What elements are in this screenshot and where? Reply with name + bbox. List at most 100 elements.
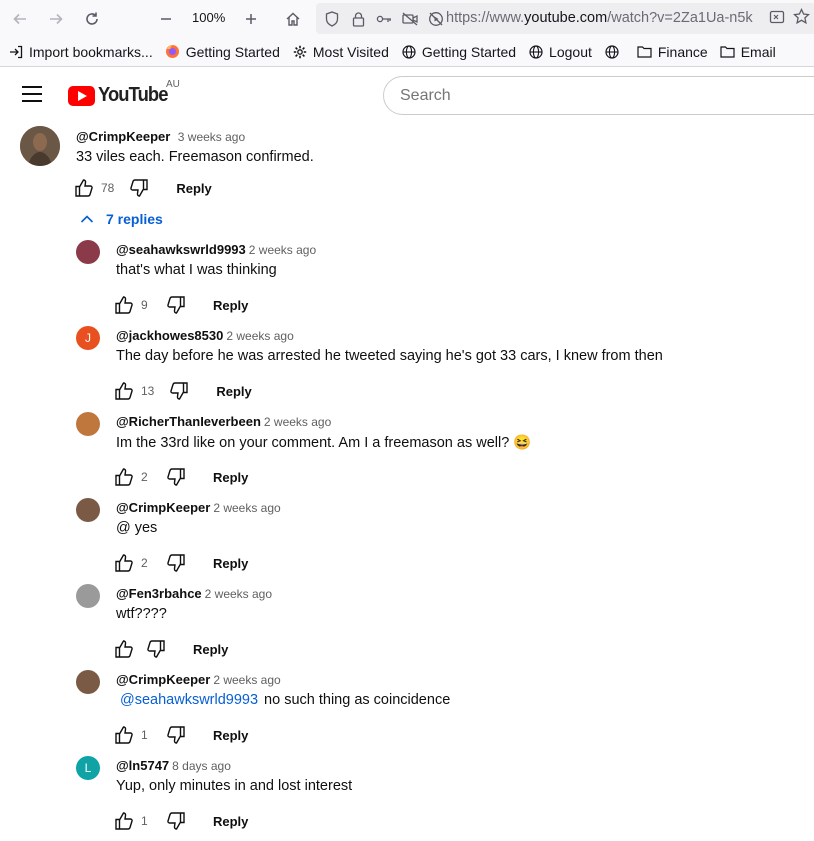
avatar[interactable]: [20, 126, 60, 166]
thumbs-down-icon[interactable]: [165, 724, 187, 746]
reply-text: wtf????: [116, 606, 167, 622]
thumbs-up-icon[interactable]: [113, 552, 135, 574]
chevron-up-icon: [80, 215, 94, 223]
reply-author[interactable]: @CrimpKeeper: [116, 672, 210, 687]
reply-button[interactable]: Reply: [213, 470, 248, 485]
reply-text: @ yes: [116, 520, 158, 536]
back-arrow-icon: [13, 13, 26, 25]
avatar[interactable]: L: [76, 756, 100, 780]
avatar[interactable]: [76, 412, 100, 436]
reply-button[interactable]: Reply: [213, 814, 248, 829]
reply-header: @Fen3rbahce 2 weeks ago: [116, 585, 272, 603]
reload-icon: [86, 12, 98, 25]
reload-button[interactable]: [78, 5, 106, 33]
reply-timestamp[interactable]: 2 weeks ago: [264, 415, 331, 429]
thumbs-down-icon[interactable]: [165, 466, 187, 488]
url-text[interactable]: https://www.youtube.com/watch?v=2Za1Ua-n…: [446, 3, 754, 34]
bookmark-star-icon[interactable]: [793, 7, 810, 29]
forward-button[interactable]: [42, 5, 70, 33]
thumbs-down-icon[interactable]: [165, 552, 187, 574]
avatar[interactable]: J: [76, 326, 100, 350]
comment-author[interactable]: @CrimpKeeper: [76, 129, 170, 144]
youtube-logo[interactable]: YouTube: [68, 84, 174, 107]
shield-icon[interactable]: [324, 10, 340, 27]
reply-timestamp[interactable]: 2 weeks ago: [249, 243, 316, 257]
reply-actions: 2 Reply: [113, 551, 248, 575]
reply-button[interactable]: Reply: [213, 298, 248, 313]
back-button[interactable]: [6, 5, 34, 33]
bookmark-getting-started-firefox[interactable]: Getting Started: [165, 44, 280, 60]
reply-author[interactable]: @RicherThanIeverbeen: [116, 414, 261, 429]
bookmark-untitled[interactable]: [604, 44, 625, 60]
reply-header: @RicherThanIeverbeen 2 weeks ago: [116, 413, 331, 431]
avatar[interactable]: [76, 240, 100, 264]
reply-button[interactable]: Reply: [216, 384, 251, 399]
thumbs-up-icon[interactable]: [113, 810, 135, 832]
thumbs-up-icon[interactable]: [113, 466, 135, 488]
bookmark-getting-started[interactable]: Getting Started: [401, 44, 516, 60]
reply-timestamp[interactable]: 2 weeks ago: [205, 587, 272, 601]
zoom-in-button[interactable]: [237, 5, 265, 33]
zoom-out-button[interactable]: [152, 5, 180, 33]
reader-view-icon[interactable]: [769, 9, 785, 29]
firefox-icon: [165, 44, 181, 60]
reply-timestamp[interactable]: 2 weeks ago: [226, 329, 293, 343]
comment-actions: 78 Reply: [73, 176, 212, 200]
thumbs-down-icon[interactable]: [165, 294, 187, 316]
avatar[interactable]: [76, 498, 100, 522]
reply-timestamp[interactable]: 2 weeks ago: [213, 673, 280, 687]
like-count: 9: [141, 298, 148, 312]
search-input[interactable]: [383, 76, 814, 115]
url-bar-actions: [769, 3, 814, 34]
country-code: AU: [166, 79, 180, 90]
bookmark-import[interactable]: Import bookmarks...: [8, 44, 153, 60]
comment-timestamp[interactable]: 3 weeks ago: [178, 130, 245, 144]
reply-button[interactable]: Reply: [176, 181, 211, 196]
bookmark-most-visited[interactable]: Most Visited: [292, 44, 389, 60]
url-bar[interactable]: https://www.youtube.com/watch?v=2Za1Ua-n…: [316, 3, 814, 34]
import-icon: [8, 44, 24, 60]
like-count: 78: [101, 181, 115, 195]
reply-author[interactable]: @Fen3rbahce: [116, 586, 202, 601]
reply-author[interactable]: @seahawkswrld9993: [116, 242, 246, 257]
reply-timestamp[interactable]: 8 days ago: [172, 759, 231, 773]
reply-author[interactable]: @jackhowes8530: [116, 328, 223, 343]
reply-author[interactable]: @CrimpKeeper: [116, 500, 210, 515]
thumbs-up-icon[interactable]: [113, 294, 135, 316]
like-count: 13: [141, 384, 155, 398]
thumbs-up-icon[interactable]: [113, 724, 135, 746]
bookmark-logout[interactable]: Logout: [528, 44, 592, 60]
youtube-header: YouTube AU: [0, 67, 814, 123]
zoom-level[interactable]: 100%: [186, 6, 231, 30]
reply-button[interactable]: Reply: [193, 642, 228, 657]
thumbs-down-icon[interactable]: [168, 380, 190, 402]
reply-button[interactable]: Reply: [213, 556, 248, 571]
autoplay-blocked-icon[interactable]: [428, 11, 444, 27]
home-button[interactable]: [279, 5, 307, 33]
replies-toggle-button[interactable]: 7 replies: [80, 211, 163, 227]
thumbs-down-icon[interactable]: [145, 638, 167, 660]
like-count: 2: [141, 556, 148, 570]
reply-text: that's what I was thinking: [116, 262, 277, 278]
thumbs-up-icon[interactable]: [113, 380, 135, 402]
play-logo-icon: [68, 85, 95, 106]
reply-button[interactable]: Reply: [213, 728, 248, 743]
avatar[interactable]: [76, 584, 100, 608]
thumbs-down-icon[interactable]: [165, 810, 187, 832]
bookmark-folder-email[interactable]: Email: [720, 44, 776, 60]
avatar-image: [20, 126, 60, 166]
permissions-key-icon[interactable]: [376, 11, 392, 27]
thumbs-up-icon[interactable]: [73, 177, 95, 199]
menu-icon[interactable]: [22, 86, 42, 102]
reply-author[interactable]: @ln5747: [116, 758, 169, 773]
like-count: 1: [141, 728, 148, 742]
thumbs-up-icon[interactable]: [113, 638, 135, 660]
camera-blocked-icon[interactable]: [402, 11, 418, 27]
reply-timestamp[interactable]: 2 weeks ago: [213, 501, 280, 515]
mention-link[interactable]: @seahawkswrld9993: [120, 692, 258, 708]
folder-icon: [637, 44, 653, 60]
bookmark-folder-finance[interactable]: Finance: [637, 44, 708, 60]
avatar[interactable]: [76, 670, 100, 694]
lock-icon[interactable]: [350, 11, 366, 27]
thumbs-down-icon[interactable]: [128, 177, 150, 199]
